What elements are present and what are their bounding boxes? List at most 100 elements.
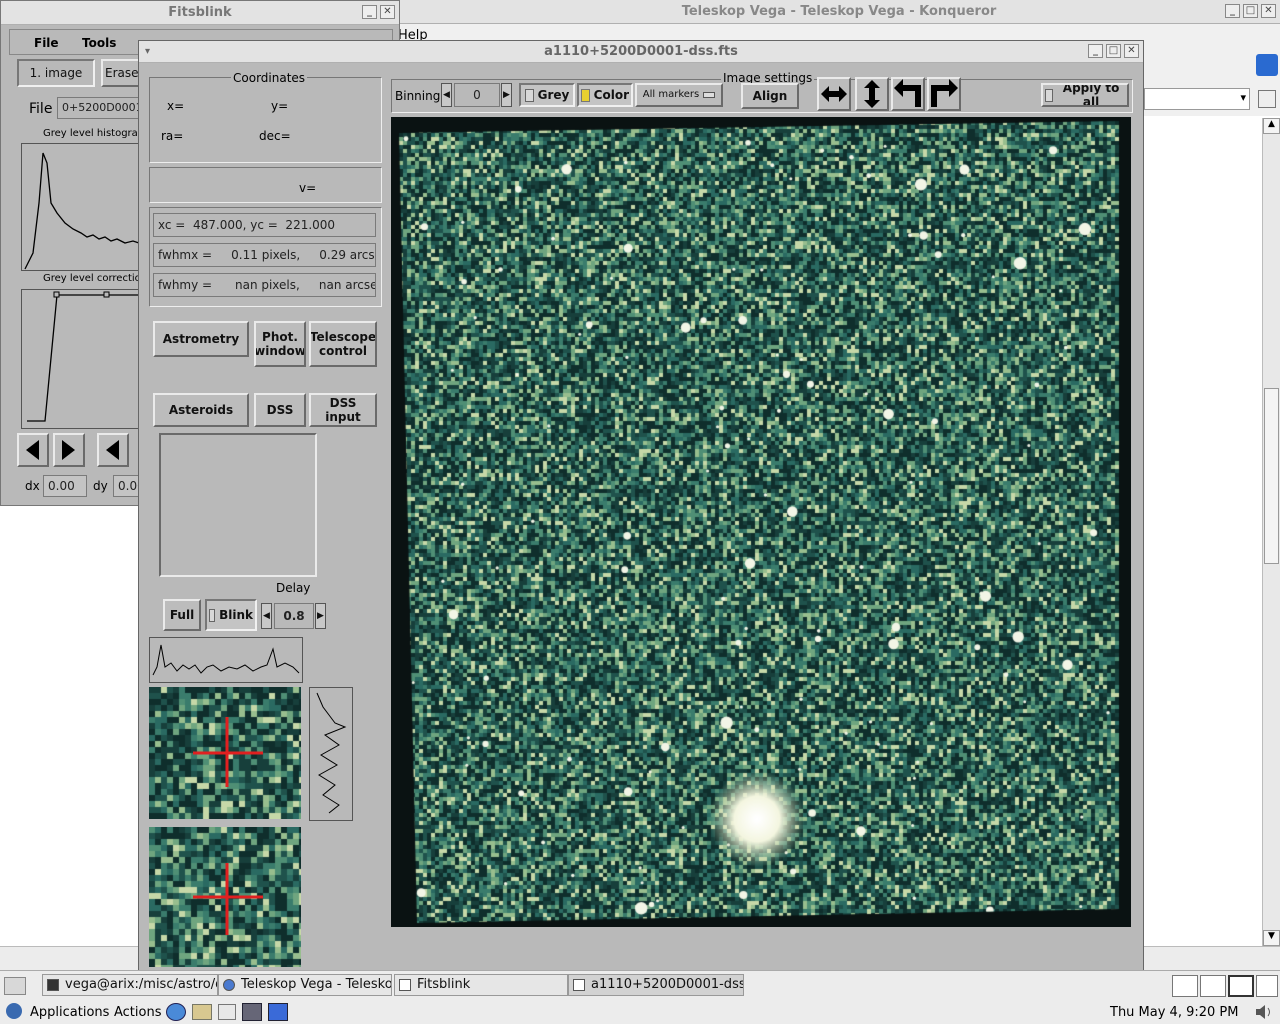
clock[interactable]: Thu May 4, 9:20 PM (1110, 1005, 1238, 1020)
image-titlebar[interactable]: ▾ a1110+5200D0001-dss.fts _ □ ✕ (139, 41, 1143, 63)
color-radio[interactable]: Color (577, 83, 633, 107)
maximize-icon[interactable]: □ (1106, 44, 1121, 58)
mail-launcher-icon[interactable] (192, 1004, 212, 1020)
dss-button[interactable]: DSS (254, 393, 306, 427)
binning-increase-icon[interactable]: ▶ (501, 83, 512, 107)
task-fitsblink[interactable]: Fitsblink (394, 974, 568, 996)
close-icon[interactable]: ✕ (1261, 4, 1276, 18)
editor-launcher-icon[interactable] (218, 1004, 236, 1020)
asteroids-button[interactable]: Asteroids (153, 393, 249, 427)
workspace-1[interactable] (1172, 975, 1198, 997)
menu-tools[interactable]: Tools (82, 36, 116, 50)
dx-field[interactable]: 0.00 (43, 475, 87, 497)
location-combo[interactable]: ▾ (1144, 88, 1250, 110)
rotate-left-button[interactable] (891, 77, 925, 111)
workspace-3[interactable] (1228, 975, 1254, 997)
window-menu-icon[interactable]: ▾ (145, 41, 150, 63)
konqueror-toolbar: ▾ (1140, 46, 1280, 116)
actions-menu[interactable]: Actions (114, 1005, 162, 1020)
dec-label: dec= (259, 129, 291, 143)
scroll-up-icon[interactable]: ▲ (1263, 118, 1280, 134)
align-button[interactable]: Align (741, 83, 799, 109)
maximize-icon[interactable]: □ (1243, 4, 1258, 18)
chevron-down-icon (703, 92, 716, 98)
phot-window-button[interactable]: Phot. window (254, 321, 306, 367)
binning-label: Binning (395, 89, 441, 103)
minimize-icon[interactable]: _ (1088, 44, 1103, 58)
rotate-left-icon (894, 79, 921, 107)
correction-plot (21, 289, 141, 429)
minimize-icon[interactable]: _ (1225, 4, 1240, 18)
workspace-switcher[interactable] (1172, 973, 1278, 999)
value-box (149, 167, 382, 203)
flip-vertical-icon (864, 80, 880, 108)
show-desktop-icon[interactable] (4, 977, 26, 995)
terminal-launcher-icon[interactable] (242, 1003, 262, 1021)
konqueror-icon (223, 979, 235, 991)
rotate-right-button[interactable] (927, 77, 961, 111)
clear-location-icon[interactable] (1258, 90, 1276, 108)
binning-decrease-icon[interactable]: ◀ (441, 83, 452, 107)
next-arrow-button[interactable] (53, 433, 85, 467)
apply-checkbox[interactable] (1045, 88, 1054, 102)
apply-to-all-toggle[interactable]: Apply to all (1041, 83, 1129, 107)
correction-label: Grey level correction (43, 273, 148, 284)
browser-launcher-icon[interactable] (166, 1003, 186, 1021)
blink-label: Blink (219, 608, 253, 622)
prev-arrow-button[interactable] (17, 433, 49, 467)
fitsblink-titlebar[interactable]: Fitsblink _ ✕ (1, 1, 399, 25)
binning-field[interactable]: 0 (454, 83, 500, 107)
blink-preview (159, 433, 317, 577)
image-window: ▾ a1110+5200D0001-dss.fts _ □ ✕ Coordina… (138, 40, 1144, 972)
konqueror-title: Teleskop Vega - Teleskop Vega - Konquero… (681, 4, 997, 19)
blink-checkbox[interactable] (209, 608, 216, 622)
prev-arrow-button-2[interactable] (97, 433, 129, 467)
workspace-2[interactable] (1200, 975, 1226, 997)
erase-button[interactable]: Erase (101, 59, 141, 87)
delay-decrease-icon[interactable]: ◀ (261, 603, 272, 629)
x-label: x= (167, 99, 185, 113)
blink-toggle[interactable]: Blink (205, 599, 257, 631)
flip-horizontal-button[interactable] (817, 77, 851, 111)
window-icon (399, 979, 411, 991)
arrow-left-icon (106, 440, 119, 460)
file-field[interactable]: 0+5200D0001-d (57, 97, 141, 119)
telescope-control-button[interactable]: Telescope control (309, 321, 377, 367)
close-icon[interactable]: ✕ (380, 5, 395, 19)
screenshot-launcher-icon[interactable] (268, 1003, 288, 1021)
minimize-icon[interactable]: _ (362, 5, 377, 19)
volume-icon[interactable] (1254, 1003, 1274, 1021)
scrollbar-thumb[interactable] (1264, 388, 1279, 564)
dy-label: dy (93, 479, 108, 493)
menu-file[interactable]: File (34, 36, 59, 50)
task-image-window[interactable]: a1110+5200D0001-dss.fts (568, 974, 744, 996)
task-terminal[interactable]: vega@arix:/misc/astro/da (42, 974, 218, 996)
workspace-4[interactable] (1256, 975, 1278, 997)
markers-value: All markers (642, 89, 700, 100)
konqueror-titlebar[interactable]: Teleskop Vega - Teleskop Vega - Konquero… (398, 0, 1280, 24)
close-icon[interactable]: ✕ (1124, 44, 1139, 58)
chevron-down-icon: ▾ (1240, 91, 1246, 104)
window-icon (573, 979, 585, 991)
astrometry-button[interactable]: Astrometry (153, 321, 249, 357)
delay-increase-icon[interactable]: ▶ (315, 603, 326, 629)
task-konqueror[interactable]: Teleskop Vega - Teleskop (218, 974, 392, 996)
markers-dropdown[interactable]: All markers (635, 83, 723, 107)
delay-label: Delay (276, 581, 311, 595)
arrow-left-icon (26, 440, 39, 460)
full-button[interactable]: Full (163, 599, 201, 631)
color-checkbox[interactable] (581, 88, 590, 102)
scroll-down-icon[interactable]: ▼ (1263, 930, 1280, 946)
grey-radio[interactable]: Grey (519, 83, 575, 107)
flip-vertical-button[interactable] (855, 77, 889, 111)
v-label: v= (299, 181, 317, 195)
applications-menu[interactable]: Applications (30, 1005, 109, 1020)
tab-image-1[interactable]: 1. image (17, 59, 95, 87)
delay-field[interactable]: 0.8 (274, 603, 314, 629)
konqueror-scrollbar[interactable]: ▲ ▼ (1262, 118, 1280, 946)
star-field-image[interactable] (391, 117, 1131, 927)
konqueror-logo-icon[interactable] (1256, 54, 1278, 76)
grey-checkbox[interactable] (524, 88, 534, 102)
dss-input-button[interactable]: DSS input (309, 393, 377, 427)
file-label: File (29, 101, 53, 117)
